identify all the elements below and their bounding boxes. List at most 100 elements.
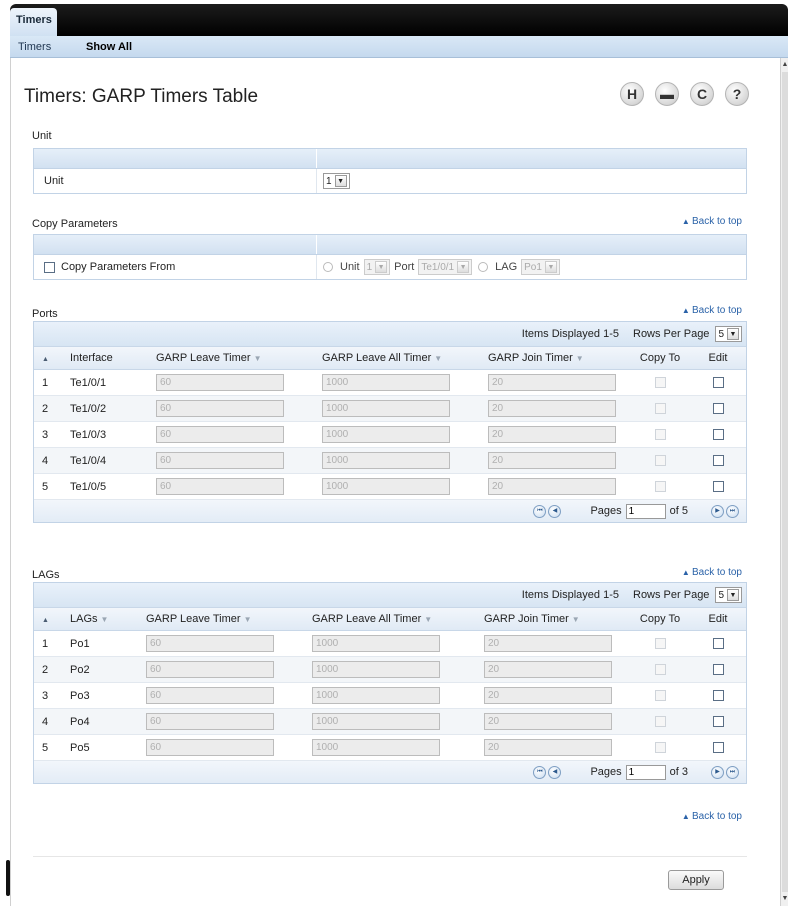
leave-timer-input[interactable] <box>146 661 274 678</box>
page-number-input[interactable] <box>625 764 666 780</box>
leave-all-timer-input[interactable] <box>312 687 440 704</box>
copy-unit-select[interactable]: 1 ▼ <box>363 259 391 275</box>
subtab-show-all[interactable]: Show All <box>86 41 132 53</box>
leave-all-timer-input[interactable] <box>312 661 440 678</box>
edit-checkbox[interactable] <box>712 690 724 701</box>
lags-rows-per-page-label: Rows Per Page <box>633 589 710 601</box>
edit-checkbox[interactable] <box>712 716 724 727</box>
column-lags[interactable]: LAGs ▼ <box>62 613 138 625</box>
edit-checkbox[interactable] <box>712 481 724 492</box>
help-icon[interactable]: ? <box>725 82 749 106</box>
first-page-icon[interactable]: ⏮ <box>533 765 547 779</box>
leave-all-timer-input[interactable] <box>322 452 450 469</box>
scroll-down-icon[interactable]: ▼ <box>781 894 789 904</box>
copy-to-checkbox[interactable] <box>654 742 666 753</box>
first-page-icon[interactable]: ⏮ <box>533 504 547 518</box>
row-number: 5 <box>42 480 49 493</box>
column-garp-leave-all-timer[interactable]: GARP Leave All Timer ▼ <box>314 352 480 364</box>
leave-all-timer-input[interactable] <box>312 739 440 756</box>
tab-timers[interactable]: Timers <box>10 8 57 37</box>
leave-timer-input[interactable] <box>146 687 274 704</box>
back-to-top-link[interactable]: ▲ Back to top <box>682 216 742 227</box>
back-to-top-link[interactable]: ▲ Back to top <box>682 811 742 822</box>
leave-all-timer-input[interactable] <box>322 426 450 443</box>
apply-button[interactable]: Apply <box>668 870 724 890</box>
join-timer-input[interactable] <box>488 426 616 443</box>
previous-page-icon[interactable]: ◀ <box>548 765 562 779</box>
subtab-timers[interactable]: Timers <box>18 41 51 53</box>
join-timer-input[interactable] <box>488 374 616 391</box>
join-timer-input[interactable] <box>488 452 616 469</box>
edit-checkbox[interactable] <box>712 742 724 753</box>
leave-timer-input[interactable] <box>156 452 284 469</box>
scroll-up-icon[interactable]: ▲ <box>781 60 789 70</box>
unit-radio[interactable] <box>323 262 333 272</box>
join-timer-input[interactable] <box>484 661 612 678</box>
copy-lag-select[interactable]: Po1 ▼ <box>521 259 560 275</box>
copy-port-label: Port <box>394 261 415 273</box>
leave-timer-input[interactable] <box>156 374 284 391</box>
vertical-scrollbar[interactable]: ▲ ▼ <box>780 58 788 906</box>
join-timer-input[interactable] <box>484 713 612 730</box>
column-garp-join-timer[interactable]: GARP Join Timer ▼ <box>476 613 628 625</box>
back-to-top-link[interactable]: ▲ Back to top <box>682 305 742 316</box>
next-page-icon[interactable]: ▶ <box>711 765 724 779</box>
copy-to-checkbox[interactable] <box>654 403 666 414</box>
join-timer-input[interactable] <box>488 478 616 495</box>
ports-table: Items Displayed 1-5 Rows Per Page 5 ▼ ▲ I… <box>33 321 747 523</box>
back-to-top-link[interactable]: ▲ Back to top <box>682 567 742 578</box>
copy-to-checkbox[interactable] <box>654 638 666 649</box>
last-page-icon[interactable]: ⏭ <box>726 765 739 779</box>
copy-port-select[interactable]: Te1/0/1 ▼ <box>418 259 473 275</box>
lag-radio[interactable] <box>478 262 489 272</box>
column-garp-join-timer[interactable]: GARP Join Timer ▼ <box>480 352 628 364</box>
copy-to-checkbox[interactable] <box>654 377 666 388</box>
leave-timer-input[interactable] <box>146 713 274 730</box>
column-garp-leave-timer[interactable]: GARP Leave Timer ▼ <box>148 352 314 364</box>
copy-to-checkbox[interactable] <box>654 429 666 440</box>
copy-to-checkbox[interactable] <box>654 481 666 492</box>
previous-page-icon[interactable]: ◀ <box>548 504 562 518</box>
next-page-icon[interactable]: ▶ <box>711 504 724 518</box>
refresh-icon[interactable]: C <box>690 82 714 106</box>
leave-timer-input[interactable] <box>156 400 284 417</box>
join-timer-input[interactable] <box>484 687 612 704</box>
leave-all-timer-input[interactable] <box>322 400 450 417</box>
join-timer-input[interactable] <box>488 400 616 417</box>
leave-timer-input[interactable] <box>146 739 274 756</box>
leave-all-timer-input[interactable] <box>312 635 440 652</box>
last-page-icon[interactable]: ⏭ <box>726 504 739 518</box>
leave-timer-input[interactable] <box>156 426 284 443</box>
copy-to-checkbox[interactable] <box>654 690 666 701</box>
copy-to-checkbox[interactable] <box>654 455 666 466</box>
print-icon[interactable]: ▬ <box>655 82 679 106</box>
copy-to-checkbox[interactable] <box>654 664 666 675</box>
scrollbar-thumb[interactable] <box>782 72 788 892</box>
sort-ascending-icon[interactable]: ▲ <box>42 617 49 624</box>
leave-timer-input[interactable] <box>146 635 274 652</box>
sort-ascending-icon[interactable]: ▲ <box>42 356 49 363</box>
column-garp-leave-all-timer[interactable]: GARP Leave All Timer ▼ <box>304 613 476 625</box>
join-timer-input[interactable] <box>484 635 612 652</box>
pages-label: Pages <box>590 766 622 778</box>
leave-all-timer-input[interactable] <box>322 478 450 495</box>
edit-checkbox[interactable] <box>712 377 724 388</box>
edit-checkbox[interactable] <box>712 664 724 675</box>
save-icon[interactable]: H <box>620 82 644 106</box>
edit-checkbox[interactable] <box>712 403 724 414</box>
edit-checkbox[interactable] <box>712 429 724 440</box>
leave-timer-input[interactable] <box>156 478 284 495</box>
leave-all-timer-input[interactable] <box>322 374 450 391</box>
unit-select[interactable]: 1 ▼ <box>323 173 350 189</box>
ports-rows-per-page-select[interactable]: 5 ▼ <box>715 326 742 342</box>
edit-checkbox[interactable] <box>712 638 724 649</box>
lags-rows-per-page-select[interactable]: 5 ▼ <box>715 587 742 603</box>
column-interface[interactable]: Interface <box>62 352 148 364</box>
edit-checkbox[interactable] <box>712 455 724 466</box>
column-garp-leave-timer[interactable]: GARP Leave Timer ▼ <box>138 613 304 625</box>
leave-all-timer-input[interactable] <box>312 713 440 730</box>
copy-parameters-checkbox[interactable] <box>44 261 55 273</box>
page-number-input[interactable] <box>625 503 666 519</box>
join-timer-input[interactable] <box>484 739 612 756</box>
copy-to-checkbox[interactable] <box>654 716 666 727</box>
